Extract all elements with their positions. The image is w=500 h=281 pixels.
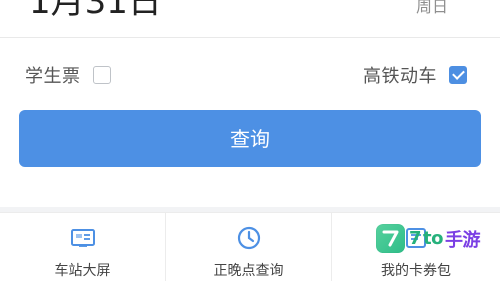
- travel-date[interactable]: 1月31日: [29, 0, 162, 22]
- watermark-brand-part-1: to: [423, 228, 443, 249]
- watermark-brand-part-2: 手游: [445, 229, 481, 251]
- watermark-brand: 7 to 手游: [408, 226, 481, 252]
- station-screen-icon: [69, 224, 97, 252]
- query-button[interactable]: 查询: [19, 110, 481, 167]
- query-card: 1月31日 周日 学生票 高铁动车 查询: [0, 0, 500, 207]
- watermark-prefix: 7: [408, 228, 422, 249]
- tab-delay-query-label: 正晚点查询: [213, 263, 284, 279]
- clock-icon: [235, 224, 263, 252]
- high-speed-option[interactable]: 高铁动车: [363, 62, 467, 88]
- tab-coupon-pack-label: 我的卡券包: [381, 263, 451, 279]
- student-ticket-checkbox[interactable]: [92, 66, 111, 84]
- high-speed-checkbox[interactable]: [449, 66, 467, 84]
- student-ticket-option[interactable]: 学生票: [25, 62, 111, 88]
- weekday-label: 周日: [415, 0, 448, 16]
- tab-station-screen-label: 车站大屏: [54, 263, 111, 279]
- tab-delay-query[interactable]: 正晚点查询: [166, 213, 332, 281]
- high-speed-label: 高铁动车: [363, 66, 437, 87]
- site-watermark: 7 to 手游: [375, 224, 481, 253]
- ticket-query-screen: 1月31日 周日 学生票 高铁动车 查询 车站大屏 正晚点查询 我的卡券包 7 …: [0, 0, 500, 281]
- student-ticket-label: 学生票: [25, 66, 81, 87]
- ticket-options-row: 学生票 高铁动车: [0, 51, 500, 97]
- bottom-shortcuts: 车站大屏 正晚点查询 我的卡券包 7 to 手游: [0, 212, 500, 281]
- date-row[interactable]: 1月31日 周日: [0, 0, 500, 38]
- tab-station-screen[interactable]: 车站大屏: [0, 213, 166, 281]
- watermark-logo-icon: [375, 224, 405, 253]
